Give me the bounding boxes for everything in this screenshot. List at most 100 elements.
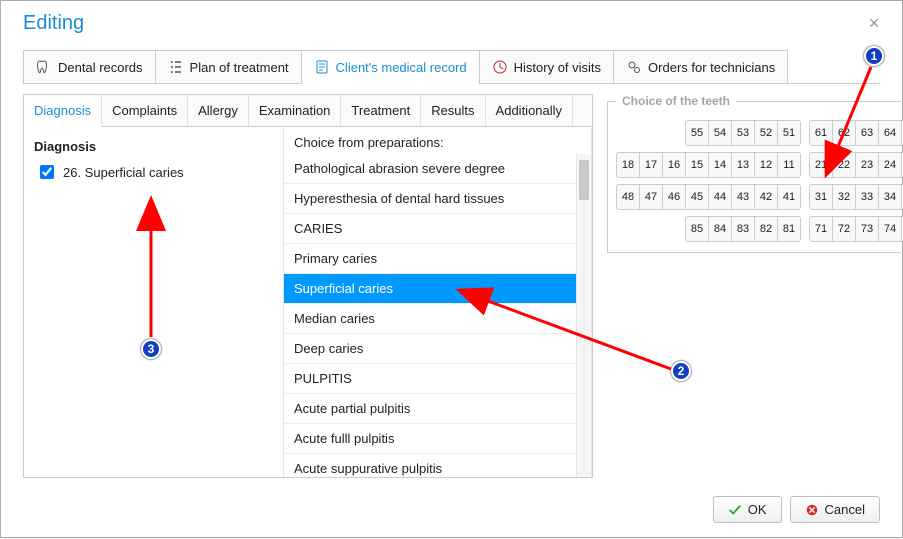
diagnosis-item[interactable]: 26. Superficial caries [34,158,273,186]
cancel-icon [805,503,819,517]
tooth-33[interactable]: 33 [855,184,879,210]
cancel-button[interactable]: Cancel [790,496,880,523]
teeth-legend: Choice of the teeth [616,94,736,108]
tooth-45[interactable]: 45 [685,184,709,210]
tooth-22[interactable]: 22 [832,152,856,178]
tooth-54[interactable]: 54 [708,120,732,146]
prep-item[interactable]: Acute partial pulpitis [284,394,591,424]
tooth-61[interactable]: 61 [809,120,833,146]
tooth-51[interactable]: 51 [777,120,801,146]
tooth-15[interactable]: 15 [685,152,709,178]
tooth-63[interactable]: 63 [855,120,879,146]
tooth-13[interactable]: 13 [731,152,755,178]
tooth-46[interactable]: 46 [662,184,686,210]
main-tab-label: Orders for technicians [648,60,775,75]
tooth-81[interactable]: 81 [777,216,801,242]
preparations-column: Choice from preparations: Pathological a… [284,127,592,477]
prep-item-selected[interactable]: Superficial caries [284,274,591,304]
tooth-72[interactable]: 72 [832,216,856,242]
tooth-24[interactable]: 24 [878,152,902,178]
close-icon[interactable]: ✕ [864,11,884,36]
main-tab-label: History of visits [514,60,601,75]
tooth-41[interactable]: 41 [777,184,801,210]
tooth-icon [36,59,52,75]
list-icon [168,59,184,75]
prep-item[interactable]: CARIES [284,214,591,244]
tooth-42[interactable]: 42 [754,184,778,210]
subtab-examination[interactable]: Examination [249,95,342,126]
tooth-23[interactable]: 23 [855,152,879,178]
tooth-64[interactable]: 64 [878,120,902,146]
subtab-complaints[interactable]: Complaints [102,95,188,126]
tooth-14[interactable]: 14 [708,152,732,178]
tooth-84[interactable]: 84 [708,216,732,242]
tooth-52[interactable]: 52 [754,120,778,146]
main-tab-label: Plan of treatment [190,60,289,75]
scrollbar-thumb[interactable] [579,160,589,200]
prep-item[interactable]: Deep caries [284,334,591,364]
document-icon [314,59,330,75]
tooth-34[interactable]: 34 [878,184,902,210]
main-tab-label: Client's medical record [336,60,467,75]
tooth-21[interactable]: 21 [809,152,833,178]
diagnosis-item-label: 26. Superficial caries [63,165,184,180]
ok-button-label: OK [748,502,767,517]
diagnosis-column: Diagnosis 26. Superficial caries [24,127,284,477]
teeth-panel: Choice of the teeth 55545352516162636465… [605,94,880,478]
subtab-treatment[interactable]: Treatment [341,95,421,126]
tooth-83[interactable]: 83 [731,216,755,242]
diagnosis-checkbox[interactable] [40,165,54,179]
subtab-diagnosis[interactable]: Diagnosis [24,95,102,127]
check-icon [728,503,742,517]
ok-button[interactable]: OK [713,496,782,523]
prep-item[interactable]: Median caries [284,304,591,334]
annotation-marker-1: 1 [864,46,884,66]
sub-tabs: Diagnosis Complaints Allergy Examination… [24,95,592,127]
annotation-marker-3: 3 [141,339,161,359]
prep-item[interactable]: Acute suppurative pulpitis [284,454,591,477]
tooth-12[interactable]: 12 [754,152,778,178]
window-title: Editing [23,12,84,35]
tab-plan-of-treatment[interactable]: Plan of treatment [155,50,302,83]
clock-icon [492,59,508,75]
subtab-additionally[interactable]: Additionally [486,95,574,126]
subtab-allergy[interactable]: Allergy [188,95,249,126]
prep-item[interactable]: Pathological abrasion severe degree [284,154,591,184]
preparations-header: Choice from preparations: [284,127,591,154]
prep-item[interactable]: PULPITIS [284,364,591,394]
tooth-11[interactable]: 11 [777,152,801,178]
preparations-list: Pathological abrasion severe degree Hype… [284,154,591,477]
tooth-16[interactable]: 16 [662,152,686,178]
annotation-marker-2: 2 [671,361,691,381]
tooth-47[interactable]: 47 [639,184,663,210]
tooth-18[interactable]: 18 [616,152,640,178]
tooth-71[interactable]: 71 [809,216,833,242]
main-tabs: Dental records Plan of treatment Client'… [23,50,880,84]
tooth-53[interactable]: 53 [731,120,755,146]
scrollbar[interactable] [576,154,591,477]
left-panel: Diagnosis Complaints Allergy Examination… [23,94,593,478]
tab-history-of-visits[interactable]: History of visits [479,50,614,83]
prep-item[interactable]: Primary caries [284,244,591,274]
tooth-82[interactable]: 82 [754,216,778,242]
tooth-48[interactable]: 48 [616,184,640,210]
tooth-85[interactable]: 85 [685,216,709,242]
tooth-31[interactable]: 31 [809,184,833,210]
gears-icon [626,59,642,75]
tooth-32[interactable]: 32 [832,184,856,210]
tooth-74[interactable]: 74 [878,216,902,242]
subtab-results[interactable]: Results [421,95,485,126]
tab-medical-record[interactable]: Client's medical record [301,50,480,83]
cancel-button-label: Cancel [825,502,865,517]
prep-item[interactable]: Acute fulll pulpitis [284,424,591,454]
tooth-73[interactable]: 73 [855,216,879,242]
tooth-62[interactable]: 62 [832,120,856,146]
tooth-55[interactable]: 55 [685,120,709,146]
prep-item[interactable]: Hyperesthesia of dental hard tissues [284,184,591,214]
main-tab-label: Dental records [58,60,143,75]
tooth-44[interactable]: 44 [708,184,732,210]
tooth-43[interactable]: 43 [731,184,755,210]
tab-dental-records[interactable]: Dental records [23,50,156,83]
tooth-17[interactable]: 17 [639,152,663,178]
tab-orders-for-technicians[interactable]: Orders for technicians [613,50,788,83]
